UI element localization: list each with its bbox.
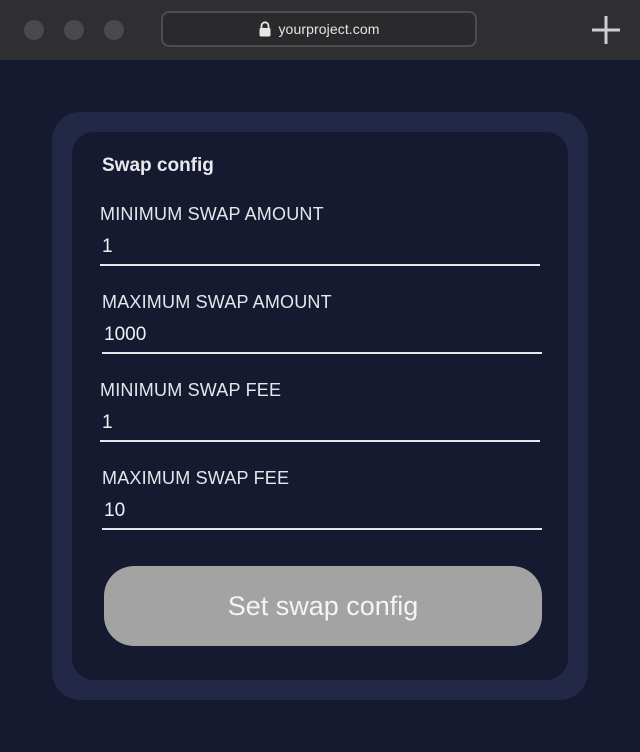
min-swap-amount-input[interactable]: 1 — [102, 236, 113, 258]
max-swap-amount-underline — [102, 352, 542, 354]
min-swap-amount-underline — [100, 264, 540, 266]
browser-toolbar: yourproject.com — [0, 0, 640, 60]
window-minimize-dot[interactable] — [64, 20, 84, 40]
max-swap-amount-input[interactable]: 1000 — [104, 324, 146, 346]
min-swap-amount-label: MINIMUM SWAP AMOUNT — [100, 204, 324, 224]
address-url: yourproject.com — [278, 21, 380, 37]
window-close-dot[interactable] — [24, 20, 44, 40]
card-title: Swap config — [102, 155, 214, 176]
lock-icon — [258, 21, 272, 37]
max-swap-fee-input[interactable]: 10 — [104, 500, 125, 522]
max-swap-fee-underline — [102, 528, 542, 530]
set-swap-config-button[interactable]: Set swap config — [104, 566, 542, 646]
min-swap-fee-input[interactable]: 1 — [102, 412, 113, 434]
min-swap-fee-label: MINIMUM SWAP FEE — [100, 380, 282, 400]
plus-icon[interactable] — [592, 16, 620, 44]
max-swap-fee-label: MAXIMUM SWAP FEE — [102, 468, 290, 488]
address-bar[interactable]: yourproject.com — [161, 11, 477, 47]
window-maximize-dot[interactable] — [104, 20, 124, 40]
max-swap-amount-label: MAXIMUM SWAP AMOUNT — [102, 292, 332, 312]
min-swap-fee-underline — [100, 440, 540, 442]
